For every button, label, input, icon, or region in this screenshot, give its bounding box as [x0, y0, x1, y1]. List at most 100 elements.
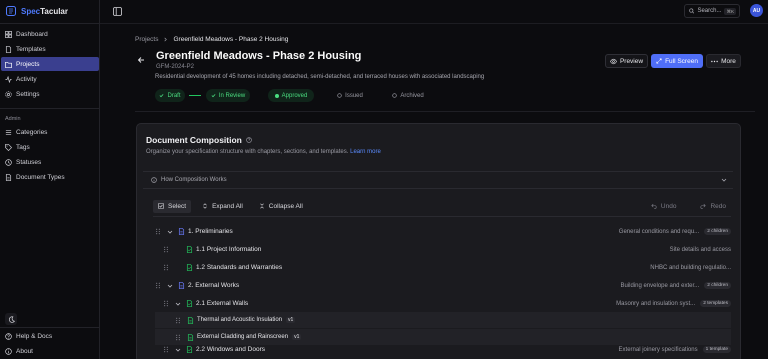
sidebar-item-label: Dashboard [16, 30, 48, 38]
how-composition-works-toggle[interactable]: How Composition Works [143, 171, 733, 189]
breadcrumb-current: Greenfield Meadows - Phase 2 Housing [173, 36, 289, 43]
undo-button[interactable]: Undo [646, 200, 682, 213]
theme-toggle-button[interactable] [5, 313, 17, 325]
more-horizontal-icon [711, 60, 718, 62]
check-icon [160, 94, 164, 98]
tree-row-section[interactable]: 2.1 External Walls Masonry and insulatio… [155, 295, 731, 312]
tree-row-template[interactable]: Thermal and Acoustic Insulation v1 [155, 312, 731, 328]
help-circle-icon[interactable] [246, 137, 252, 143]
sidebar-item-activity[interactable]: Activity [1, 72, 99, 86]
search-button[interactable]: Search... ⌘K [684, 4, 740, 18]
full-screen-button[interactable]: Full Screen [651, 54, 703, 68]
tree-row-chapter[interactable]: 2. External Works Building envelope and … [155, 277, 731, 294]
info-icon [5, 347, 12, 355]
breadcrumb-projects-link[interactable]: Projects [135, 36, 158, 43]
workflow-step-draft[interactable]: Draft [155, 89, 185, 102]
admin-section-label: Admin [5, 116, 21, 122]
tree-row-section[interactable]: 2.2 Windows and Doors External joinery s… [155, 341, 731, 358]
preview-button[interactable]: Preview [605, 54, 648, 68]
drag-handle-icon[interactable] [163, 264, 169, 271]
chevron-down-icon[interactable] [167, 229, 173, 235]
workflow-step-issued[interactable]: Issued [333, 89, 367, 102]
template-icon [187, 333, 194, 341]
chevron-down-icon[interactable] [167, 283, 173, 289]
workflow-connector [189, 95, 201, 96]
avatar[interactable]: AU [750, 4, 763, 17]
sidebar: SpecTacular Dashboard Templates Projects… [0, 0, 100, 359]
chevron-down-icon[interactable] [175, 347, 181, 353]
chevron-down-icon [721, 178, 727, 182]
redo-button[interactable]: Redo [695, 200, 731, 213]
chapter-icon [178, 228, 185, 235]
tree-description: Building envelope and exter... [620, 282, 700, 289]
tree-description: Masonry and insulation syst... [616, 300, 696, 307]
workflow-label: Archived [400, 92, 424, 99]
projects-icon [5, 61, 12, 68]
sidebar-item-document-types[interactable]: Document Types [1, 170, 99, 184]
children-badge: 2 children [704, 228, 731, 235]
expand-all-button[interactable]: Expand All [197, 200, 248, 213]
workflow-label: Issued [345, 92, 363, 99]
collapse-all-button[interactable]: Collapse All [254, 200, 308, 213]
sidebar-item-statuses[interactable]: Statuses [1, 155, 99, 169]
sidebar-item-about[interactable]: About [1, 344, 99, 358]
drag-handle-icon[interactable] [155, 282, 161, 289]
tree-row-section[interactable]: 1.2 Standards and Warranties NHBC and bu… [155, 259, 731, 276]
sidebar-item-templates[interactable]: Templates [1, 42, 99, 56]
eye-icon [610, 58, 617, 64]
document-composition-card: Document Composition Organize your speci… [136, 123, 741, 359]
select-label: Select [168, 202, 187, 210]
logo-icon [6, 6, 16, 16]
sidebar-item-categories[interactable]: Categories [1, 125, 99, 139]
info-icon [151, 177, 157, 183]
sidebar-item-dashboard[interactable]: Dashboard [1, 27, 99, 41]
expand-all-label: Expand All [212, 202, 243, 210]
checkbox-icon [158, 203, 164, 209]
learn-more-link[interactable]: Learn more [350, 149, 381, 155]
brand[interactable]: SpecTacular [6, 6, 68, 16]
brand-name: SpecTacular [21, 6, 68, 16]
template-icon [187, 316, 194, 324]
more-button[interactable]: More [706, 54, 741, 68]
drag-handle-icon[interactable] [175, 317, 181, 324]
sidebar-item-settings[interactable]: Settings [1, 87, 99, 101]
tags-icon [5, 143, 12, 151]
sidebar-toggle-icon[interactable] [113, 7, 122, 16]
tree-label: 2.2 Windows and Doors [196, 346, 266, 353]
tree-row-chapter[interactable]: 1. Preliminaries General conditions and … [155, 223, 731, 240]
sidebar-item-label: Tags [16, 143, 30, 151]
section-icon [186, 346, 193, 353]
sidebar-item-help[interactable]: Help & Docs [1, 329, 99, 343]
select-button[interactable]: Select [153, 199, 192, 213]
templates-badge: 2 templates [700, 300, 731, 307]
sidebar-item-label: About [16, 347, 33, 355]
workflow-step-approved[interactable]: Approved [268, 89, 314, 102]
workflow-step-archived[interactable]: Archived [388, 89, 428, 102]
templates-badge: 1 template [702, 346, 731, 353]
sidebar-item-label: Activity [16, 75, 37, 83]
drag-handle-icon[interactable] [163, 246, 169, 253]
drag-handle-icon[interactable] [175, 334, 181, 341]
sidebar-item-label: Statuses [16, 158, 42, 166]
search-label: Search... [697, 8, 722, 14]
project-description: Residential development of 45 homes incl… [155, 74, 485, 80]
workflow-step-in-review[interactable]: In Review [206, 89, 250, 102]
collapse-vertical-icon [260, 203, 264, 209]
document-types-icon [5, 173, 12, 181]
sidebar-item-tags[interactable]: Tags [1, 140, 99, 154]
drag-handle-icon[interactable] [163, 300, 169, 307]
section-icon [186, 300, 193, 307]
settings-icon [5, 90, 12, 98]
back-arrow-icon[interactable] [137, 56, 145, 64]
drag-handle-icon[interactable] [155, 228, 161, 235]
chevron-down-icon[interactable] [175, 301, 181, 307]
tree-label: 2. External Works [188, 282, 240, 289]
main-nav: Dashboard Templates Projects Activity Se… [0, 27, 100, 102]
statuses-icon [5, 158, 12, 166]
sidebar-item-projects[interactable]: Projects [1, 57, 99, 71]
tree-row-section[interactable]: 1.1 Project Information Site details and… [155, 241, 731, 258]
drag-handle-icon[interactable] [163, 346, 169, 353]
project-code: GFM-2024-P2 [156, 64, 195, 70]
undo-icon [651, 203, 657, 209]
tree-label: External Cladding and Rainscreen [197, 334, 289, 340]
